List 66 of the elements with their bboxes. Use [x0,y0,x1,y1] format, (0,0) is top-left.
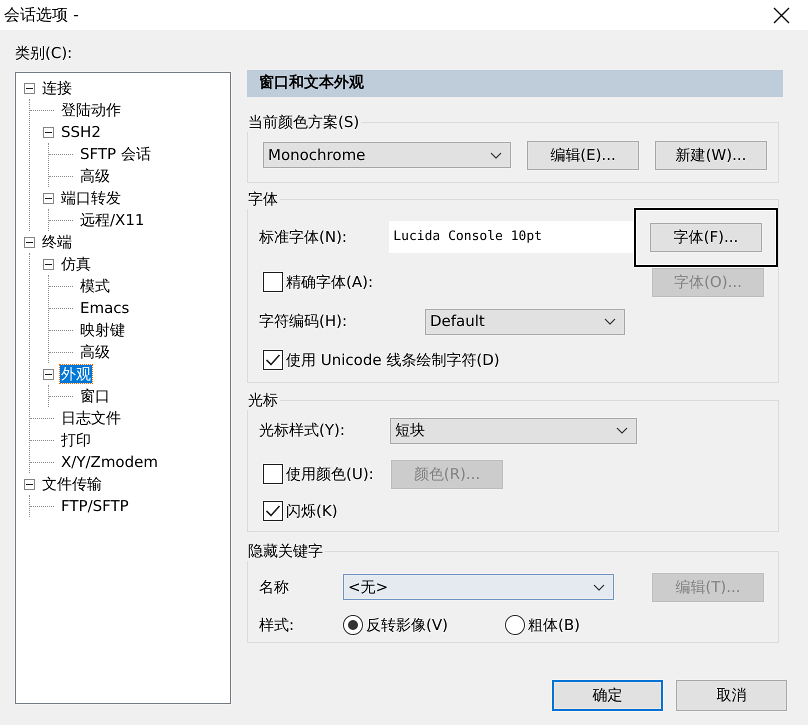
close-icon[interactable] [773,6,790,24]
tree-item[interactable]: X/Y/Zmodem [60,452,159,472]
dropdown[interactable]: Default [425,308,625,334]
tree-item[interactable]: 模式 [79,276,111,296]
radio-label[interactable]: 反转影像(V) [366,616,448,634]
chevron-down-icon [490,152,502,158]
field-label: 字符编码(H): [259,312,348,331]
radio-button[interactable] [343,615,363,635]
checkbox-label[interactable]: 使用 Unicode 线条绘制字符(D) [286,350,500,370]
tree-item[interactable]: Emacs [79,298,130,318]
checkbox[interactable] [263,501,283,521]
tree-item[interactable]: 日志文件 [60,408,122,428]
radio-label[interactable]: 粗体(B) [528,616,580,634]
tree-item[interactable]: SFTP 会话 [79,144,152,164]
section-header: 窗口和文本外观 [247,70,783,97]
tree-item[interactable]: 登陆动作 [60,100,122,120]
button[interactable]: 字体(F)... [650,222,762,252]
tree-item[interactable]: 外观 [60,364,92,384]
button[interactable]: 确定 [552,680,663,711]
category-label: 类别(C): [15,44,74,64]
group-label: 当前颜色方案(S) [246,112,362,132]
group-label: 光标 [246,390,280,410]
tree-item[interactable]: 连接 [41,78,73,98]
dropdown[interactable]: 短块 [390,418,637,444]
collapse-icon[interactable] [24,478,35,490]
collapse-icon[interactable] [24,236,35,248]
tree-item[interactable]: 文件传输 [41,474,103,494]
field-label: 名称 [259,578,290,596]
tree-item[interactable]: 窗口 [79,386,111,406]
checkbox[interactable] [263,464,283,484]
checkbox-label[interactable]: 使用颜色(U): [286,464,374,484]
checkbox-label[interactable]: 闪烁(K) [286,502,338,520]
tree-item[interactable]: 高级 [79,166,111,186]
chevron-down-icon [604,318,616,325]
button[interactable]: 新建(W)... [655,140,767,170]
button[interactable]: 编辑(E)... [527,140,639,170]
checkbox[interactable] [263,272,283,292]
chevron-down-icon [616,427,628,434]
tree-item[interactable]: 打印 [60,430,92,450]
checkbox-label[interactable]: 精确字体(A): [286,272,374,292]
tree-item[interactable]: 映射键 [79,320,126,340]
button[interactable]: 取消 [676,680,787,711]
collapse-icon[interactable] [43,258,54,270]
dropdown[interactable]: Monochrome [263,142,511,168]
checkbox[interactable] [263,350,283,370]
font-field: Lucida Console 10pt [389,221,634,253]
radio-button[interactable] [505,615,525,635]
group-label: 隐藏关键字 [246,541,325,561]
tree-item[interactable]: SSH2 [60,122,102,142]
field-label: 光标样式(Y): [259,421,346,440]
dropdown[interactable]: <无> [343,574,614,600]
collapse-icon[interactable] [43,126,54,138]
tree-item[interactable]: 终端 [41,232,73,252]
collapse-icon[interactable] [24,82,35,94]
chevron-down-icon [593,584,605,590]
tree-item[interactable]: 高级 [79,342,111,362]
group-label: 字体 [246,189,280,209]
tree-item[interactable]: FTP/SFTP [60,496,130,516]
collapse-icon[interactable] [43,368,54,380]
field-label: 样式: [259,616,296,634]
collapse-icon[interactable] [43,192,54,204]
window-title: 会话选项 - [4,5,79,25]
field-label: 标准字体(N): [259,228,348,246]
tree-item[interactable]: 仿真 [60,254,92,274]
tree-item[interactable]: 端口转发 [60,188,122,208]
tree-item[interactable]: 远程/X11 [79,210,146,230]
